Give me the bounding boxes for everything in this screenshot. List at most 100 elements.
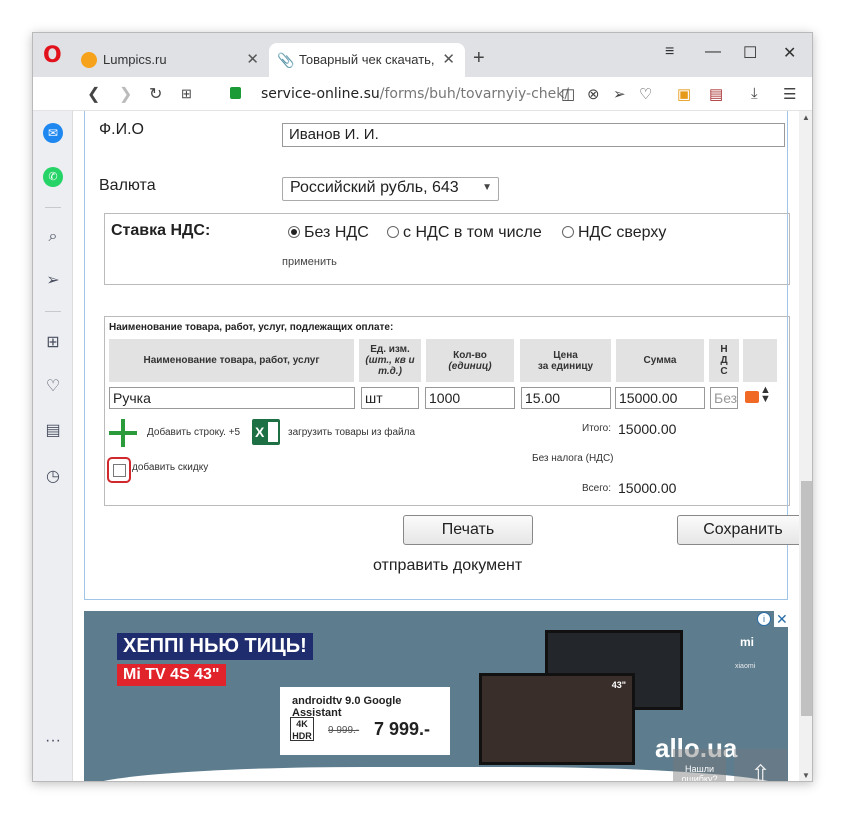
close-tab-icon[interactable]: ✕ xyxy=(442,50,455,68)
lumpics-favicon-icon xyxy=(81,52,97,68)
whatsapp-icon[interactable]: ✆ xyxy=(43,167,63,187)
url-path: /forms/buh/tovarnyiy-chek/ xyxy=(379,86,570,102)
lock-icon[interactable] xyxy=(230,87,241,99)
report-error-button[interactable]: Нашли ошибку? xyxy=(673,749,726,781)
settings-sliders-icon[interactable]: ☰ xyxy=(783,85,796,103)
add-row-link[interactable]: Добавить строку. +5 xyxy=(147,427,240,438)
ad-tv-size: 43" xyxy=(611,680,626,690)
header-actions xyxy=(743,339,777,382)
total-label: Итого: xyxy=(582,423,611,434)
header-unit-line: Ед. изм. xyxy=(370,344,410,355)
speed-dial-icon[interactable]: ⊞ xyxy=(181,86,192,102)
new-tab-button[interactable]: + xyxy=(473,47,485,70)
tab-title: Lumpics.ru xyxy=(103,52,167,67)
vat-option-on-top[interactable]: НДС сверху xyxy=(562,224,666,242)
history-icon[interactable]: ◷ xyxy=(43,467,63,487)
sidebar-divider xyxy=(45,207,61,208)
item-sum-input[interactable]: 15000.00 xyxy=(615,387,705,409)
save-button[interactable]: Сохранить xyxy=(677,515,799,545)
forward-icon[interactable]: ❯ xyxy=(119,84,132,104)
tab-receipt[interactable]: 📎 Товарный чек скачать, ра ✕ xyxy=(269,43,465,77)
tab-title: Товарный чек скачать, ра xyxy=(299,52,439,67)
goods-section: Наименование товара, работ, услуг, подле… xyxy=(104,316,790,506)
vpn-extension-icon[interactable]: ▣ xyxy=(677,85,691,103)
tab-menu-icon[interactable]: ≡ xyxy=(665,43,674,61)
goods-title: Наименование товара, работ, услуг, подле… xyxy=(109,322,394,333)
fio-input[interactable]: Иванов И. И. xyxy=(282,123,785,147)
receipt-form: Ф.И.О Иванов И. И. Валюта Российский руб… xyxy=(84,111,799,600)
apply-link[interactable]: применить xyxy=(282,256,337,268)
add-row-icon[interactable] xyxy=(109,419,137,447)
scrollbar[interactable]: ▲ ▼ xyxy=(799,111,812,781)
vat-title: Ставка НДС: xyxy=(111,222,211,239)
scroll-down-arrow-icon[interactable]: ▼ xyxy=(802,771,810,780)
search-icon[interactable]: ⌕ xyxy=(43,227,63,247)
reload-icon[interactable]: ↻ xyxy=(149,84,162,104)
ad-price: 7 999.- xyxy=(374,719,431,739)
url-field[interactable]: service-online.su/forms/buh/tovarnyiy-ch… xyxy=(261,86,569,102)
send-icon[interactable]: ➢ xyxy=(613,85,626,103)
vat-option-label: НДС сверху xyxy=(578,224,667,241)
extension-icon[interactable]: ▤ xyxy=(709,85,723,103)
news-icon[interactable]: ▤ xyxy=(43,421,63,441)
browser-window: O Lumpics.ru ✕ 📎 Товарный чек скачать, р… xyxy=(32,32,813,782)
item-qty-input[interactable]: 1000 xyxy=(425,387,515,409)
ad-info-icon[interactable]: i xyxy=(757,612,771,626)
move-row-icon[interactable]: ▲ ▼ xyxy=(760,385,771,405)
speed-dial-icon[interactable]: ⊞ xyxy=(43,333,63,353)
radio-icon xyxy=(288,226,300,238)
maximize-icon[interactable]: ☐ xyxy=(743,43,757,63)
discount-checkbox[interactable] xyxy=(113,464,126,477)
send-document-link[interactable]: отправить документ xyxy=(373,557,522,575)
header-price-line: Цена xyxy=(553,349,578,361)
ad-tv-image: 43" xyxy=(479,673,635,765)
item-nds-input[interactable]: Без xyxy=(710,387,738,409)
messenger-icon[interactable]: ✉ xyxy=(43,123,63,143)
ad-4k-badge: 4K HDR xyxy=(290,717,314,741)
header-qty-hint: (единиц) xyxy=(448,360,492,372)
total-value: 15000.00 xyxy=(618,421,677,437)
close-window-icon[interactable]: ✕ xyxy=(783,43,796,63)
header-qty-line: Кол-во xyxy=(453,349,487,361)
heart-icon[interactable]: ♡ xyxy=(43,377,63,397)
minimize-icon[interactable]: — xyxy=(705,43,721,61)
adblock-icon[interactable]: ⊗ xyxy=(587,85,600,103)
vat-section: Ставка НДС: Без НДС с НДС в том числе НД… xyxy=(104,213,790,285)
scroll-up-arrow-icon[interactable]: ▲ xyxy=(802,113,810,122)
header-name: Наименование товара, работ, услуг xyxy=(109,339,354,382)
scrollbar-thumb[interactable] xyxy=(801,481,812,716)
item-name-input[interactable]: Ручка xyxy=(109,387,355,409)
camera-icon[interactable]: ◫ xyxy=(561,85,575,103)
close-tab-icon[interactable]: ✕ xyxy=(246,50,259,68)
ad-close-icon[interactable]: ✕ xyxy=(774,611,788,627)
xiaomi-logo: xiaomi xyxy=(735,663,756,670)
item-price-input[interactable]: 15.00 xyxy=(521,387,611,409)
item-unit-input[interactable]: шт xyxy=(361,387,419,409)
vat-option-none[interactable]: Без НДС xyxy=(288,224,369,242)
load-file-link[interactable]: загрузить товары из файла xyxy=(288,427,415,438)
sidebar: ✉ ✆ ⌕ ➢ ⊞ ♡ ▤ ◷ ··· xyxy=(33,111,73,781)
header-sum: Сумма xyxy=(616,339,704,382)
back-icon[interactable]: ❮ xyxy=(87,84,100,104)
send-icon[interactable]: ➢ xyxy=(43,271,63,291)
delete-row-icon[interactable] xyxy=(745,391,759,403)
currency-select[interactable]: Российский рубль, 643 ▼ xyxy=(282,177,499,201)
header-price-line: за единицу xyxy=(537,360,594,372)
heart-icon[interactable]: ♡ xyxy=(639,85,652,103)
ad-headline: ХЕППІ НЬЮ ТИЦЬ! xyxy=(117,633,313,660)
excel-icon[interactable]: X xyxy=(252,419,280,445)
more-icon[interactable]: ··· xyxy=(43,731,63,751)
opera-logo-icon[interactable]: O xyxy=(43,45,63,67)
currency-value: Российский рубль, 643 xyxy=(290,179,459,196)
ad-product: Mi TV 4S 43" xyxy=(117,664,226,686)
header-unit-hint: (шт., кв и т.д.) xyxy=(365,355,415,377)
header-nds: Н Д С xyxy=(709,339,739,382)
print-button[interactable]: Печать xyxy=(403,515,533,545)
page-content: Ф.И.О Иванов И. И. Валюта Российский руб… xyxy=(73,111,799,781)
vat-option-included[interactable]: с НДС в том числе xyxy=(387,224,542,242)
tab-lumpics[interactable]: Lumpics.ru ✕ xyxy=(73,43,269,77)
scroll-up-button[interactable]: ⇧ xyxy=(734,749,787,781)
download-icon[interactable]: ⤓ xyxy=(751,85,758,102)
grand-total-value: 15000.00 xyxy=(618,480,677,496)
chevron-down-icon: ▼ xyxy=(482,182,492,193)
